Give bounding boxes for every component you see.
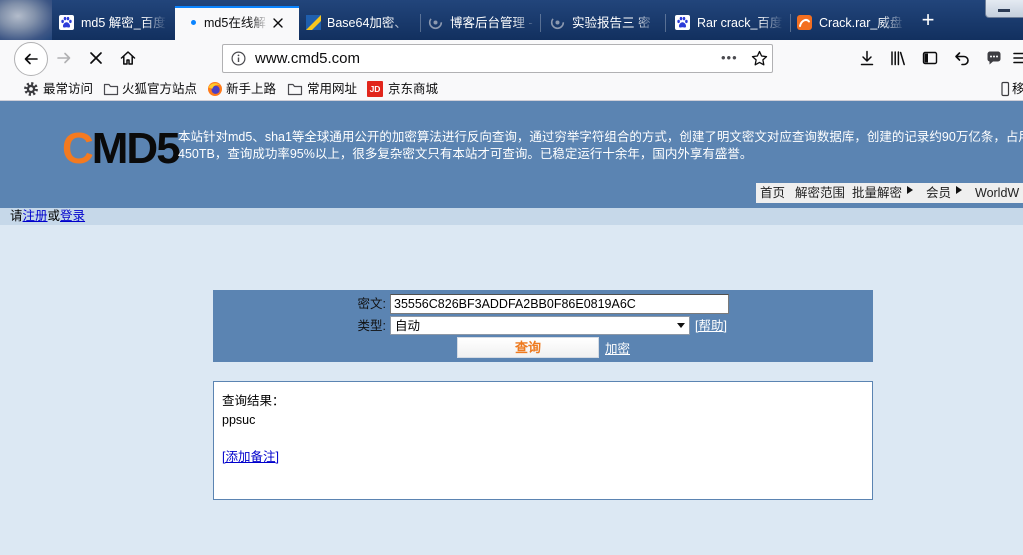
baidu-paw-icon	[675, 15, 690, 30]
tab-title: Crack.rar_威盘	[819, 16, 903, 30]
blurred-region	[0, 0, 52, 40]
tab-title: Rar crack_百度	[697, 16, 783, 30]
undo-arrow-icon[interactable]	[954, 50, 970, 66]
tab-title: 实验报告三 密	[572, 16, 651, 30]
chat-bubble-icon[interactable]	[986, 50, 1002, 66]
mobile-phone-icon	[1001, 81, 1010, 97]
nav-member[interactable]: 会员	[926, 186, 951, 200]
site-info-icon[interactable]	[231, 51, 246, 66]
firefox-icon	[207, 81, 223, 97]
stop-loading-icon[interactable]	[88, 50, 104, 66]
url-text[interactable]: www.cmd5.com	[255, 49, 360, 68]
nav-home[interactable]: 首页	[760, 186, 785, 200]
dropdown-arrow-icon	[677, 323, 685, 328]
register-link[interactable]: 注册	[23, 209, 48, 223]
result-panel: 查询结果： ppsuc [添加备注]	[213, 381, 873, 500]
tab-crack-rar-weipan[interactable]: Crack.rar_威盘	[790, 6, 912, 40]
tab-md5-decrypt-baidu[interactable]: md5 解密_百度	[50, 6, 174, 40]
tab-title: Base64加密、	[327, 16, 407, 30]
login-link[interactable]: 登录	[60, 209, 85, 223]
hash-type-select[interactable]: 自动	[390, 316, 690, 335]
logo-letters-md5: MD5	[91, 124, 181, 173]
result-plaintext: ppsuc	[222, 413, 256, 427]
ciphertext-input[interactable]	[390, 294, 729, 314]
login-prompt: 请注册或登录	[10, 209, 85, 224]
submenu-arrow-icon	[907, 186, 913, 194]
download-icon[interactable]	[859, 50, 875, 66]
bookmark-star-icon[interactable]	[751, 50, 768, 67]
bookmark-common-sites[interactable]: 常用网址	[307, 81, 357, 97]
home-icon[interactable]	[120, 50, 136, 66]
nav-decrypt-range[interactable]: 解密范围	[795, 186, 845, 200]
bookmarks-toolbar: 最常访问 火狐官方站点 新手上路 常用网址 JD 京东商城 移	[0, 78, 1023, 101]
submenu-arrow-icon	[956, 186, 962, 194]
close-tab-icon[interactable]	[272, 17, 284, 29]
tab-md5-online-active[interactable]: md5在线解	[175, 6, 299, 40]
nav-batch-decrypt[interactable]: 批量解密	[852, 186, 902, 200]
site-intro: 本站针对md5、sha1等全球通用公开的加密算法进行反向查询，通过穷举字符组合的…	[178, 129, 1023, 163]
tab-lab-report[interactable]: 实验报告三 密	[540, 6, 664, 40]
jd-logo-icon: JD	[367, 81, 383, 97]
cmd5-logo[interactable]: CMD5	[62, 124, 181, 173]
site-nav-menu: 首页 解密范围 批量解密 会员 WorldW	[756, 183, 1023, 203]
add-note-link[interactable]: [添加备注]	[222, 449, 279, 465]
result-heading: 查询结果：	[222, 394, 285, 408]
new-tab-button[interactable]: +	[919, 8, 937, 32]
tab-loading-dot-icon	[191, 20, 196, 25]
menu-hamburger-icon[interactable]	[1012, 50, 1023, 66]
baidu-paw-icon	[59, 15, 74, 30]
tab-blog-admin[interactable]: 博客后台管理 -	[420, 6, 544, 40]
site-header: CMD5 本站针对md5、sha1等全球通用公开的加密算法进行反向查询，通过穷举…	[0, 101, 1023, 208]
weipan-favicon-icon	[797, 15, 812, 30]
library-icon[interactable]	[890, 50, 906, 66]
back-arrow-icon	[24, 53, 38, 65]
type-label: 类型:	[357, 319, 386, 333]
tab-title: md5 解密_百度	[81, 16, 166, 30]
login-or: 或	[47, 209, 61, 223]
bookmark-getting-started[interactable]: 新手上路	[226, 81, 276, 97]
mobile-bookmarks-label[interactable]: 移	[1012, 81, 1023, 97]
encrypt-link[interactable]: 加密	[605, 341, 630, 357]
site-intro-line: 450TB，查询成功率95%以上，很多复杂密文只有本站才可查询。已稳定运行十余年…	[178, 147, 753, 161]
tab-title: 博客后台管理 -	[450, 16, 533, 30]
hash-type-value: 自动	[395, 319, 421, 333]
bookmark-jd-mall[interactable]: 京东商城	[388, 81, 438, 97]
sidebar-icon[interactable]	[922, 50, 938, 66]
decrypt-form: 密文: 类型: 自动 [帮助] 查询 加密	[213, 290, 873, 362]
window-minimize-button[interactable]	[985, 0, 1023, 18]
report-favicon-icon	[550, 15, 565, 30]
back-button[interactable]	[14, 42, 48, 76]
base64-favicon-icon	[306, 15, 321, 30]
query-button[interactable]: 查询	[457, 337, 599, 358]
page-actions-button[interactable]: •••	[721, 48, 738, 68]
folder-icon	[103, 81, 119, 97]
ciphertext-label: 密文:	[357, 297, 386, 311]
nav-worldwide[interactable]: WorldW	[975, 186, 1019, 200]
bookmark-firefox-official[interactable]: 火狐官方站点	[122, 81, 197, 97]
tab-rar-crack-baidu[interactable]: Rar crack_百度	[665, 6, 789, 40]
site-intro-line: 本站针对md5、sha1等全球通用公开的加密算法进行反向查询，通过穷举字符组合的…	[178, 130, 1023, 144]
minimize-icon	[998, 9, 1010, 12]
address-bar[interactable]: www.cmd5.com •••	[222, 44, 773, 73]
help-link[interactable]: [帮助]	[695, 318, 727, 334]
login-bar: 请注册或登录	[0, 208, 1023, 225]
blog-favicon-icon	[428, 15, 443, 30]
login-prefix: 请	[10, 209, 23, 223]
tab-strip: md5 解密_百度 md5在线解 Base64加密、 博客后台管理 - 实验报告…	[0, 0, 1023, 40]
gear-icon	[23, 81, 39, 97]
folder-icon	[287, 81, 303, 97]
logo-letter-c: C	[62, 124, 94, 173]
forward-arrow-icon[interactable]	[56, 50, 72, 66]
bookmark-most-visited[interactable]: 最常访问	[43, 81, 93, 97]
tab-title: md5在线解	[204, 16, 266, 30]
navigation-toolbar: www.cmd5.com •••	[0, 40, 1023, 78]
tab-base64[interactable]: Base64加密、	[300, 6, 424, 40]
